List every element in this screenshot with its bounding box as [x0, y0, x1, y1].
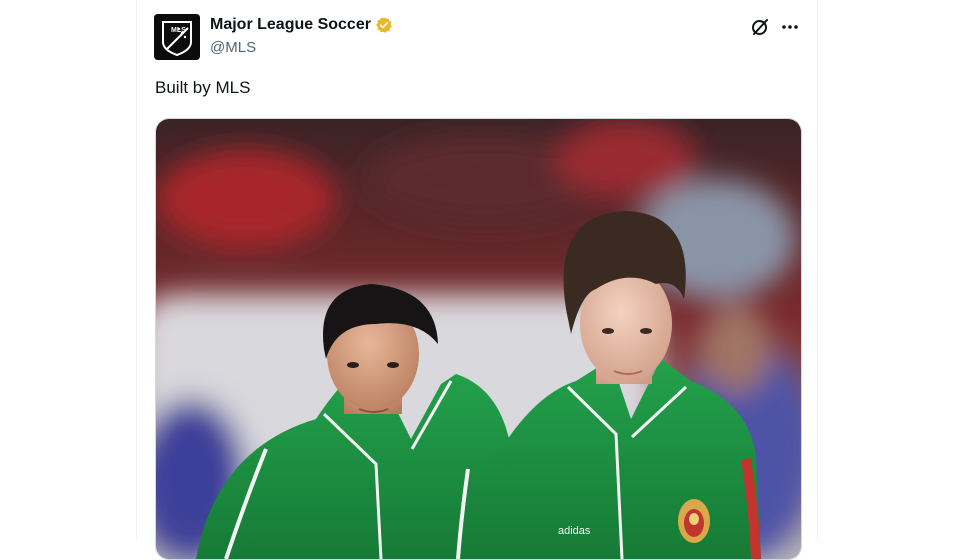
- author-name-row: Major League Soccer: [210, 16, 393, 34]
- author-display-name[interactable]: Major League Soccer: [210, 16, 371, 34]
- grok-icon: [752, 19, 768, 35]
- author-avatar[interactable]: MLS: [154, 14, 200, 60]
- tweet-text: Built by MLS: [155, 78, 251, 97]
- verified-badge-icon[interactable]: [375, 16, 393, 34]
- more-options-button[interactable]: [778, 15, 802, 39]
- timeline-right-border: [817, 0, 818, 540]
- author-handle[interactable]: @MLS: [210, 39, 256, 56]
- mexico-crest-icon: [678, 499, 710, 543]
- players-photo: adidas: [156, 119, 801, 559]
- more-options-icon: [782, 25, 798, 29]
- kit-brand-text: adidas: [558, 525, 591, 537]
- avatar-logo-text: MLS: [171, 27, 186, 34]
- grok-button[interactable]: [748, 15, 772, 39]
- tweet-media-photo[interactable]: adidas: [155, 118, 802, 560]
- mls-logo-icon: MLS: [154, 14, 200, 60]
- timeline-left-border: [136, 0, 137, 540]
